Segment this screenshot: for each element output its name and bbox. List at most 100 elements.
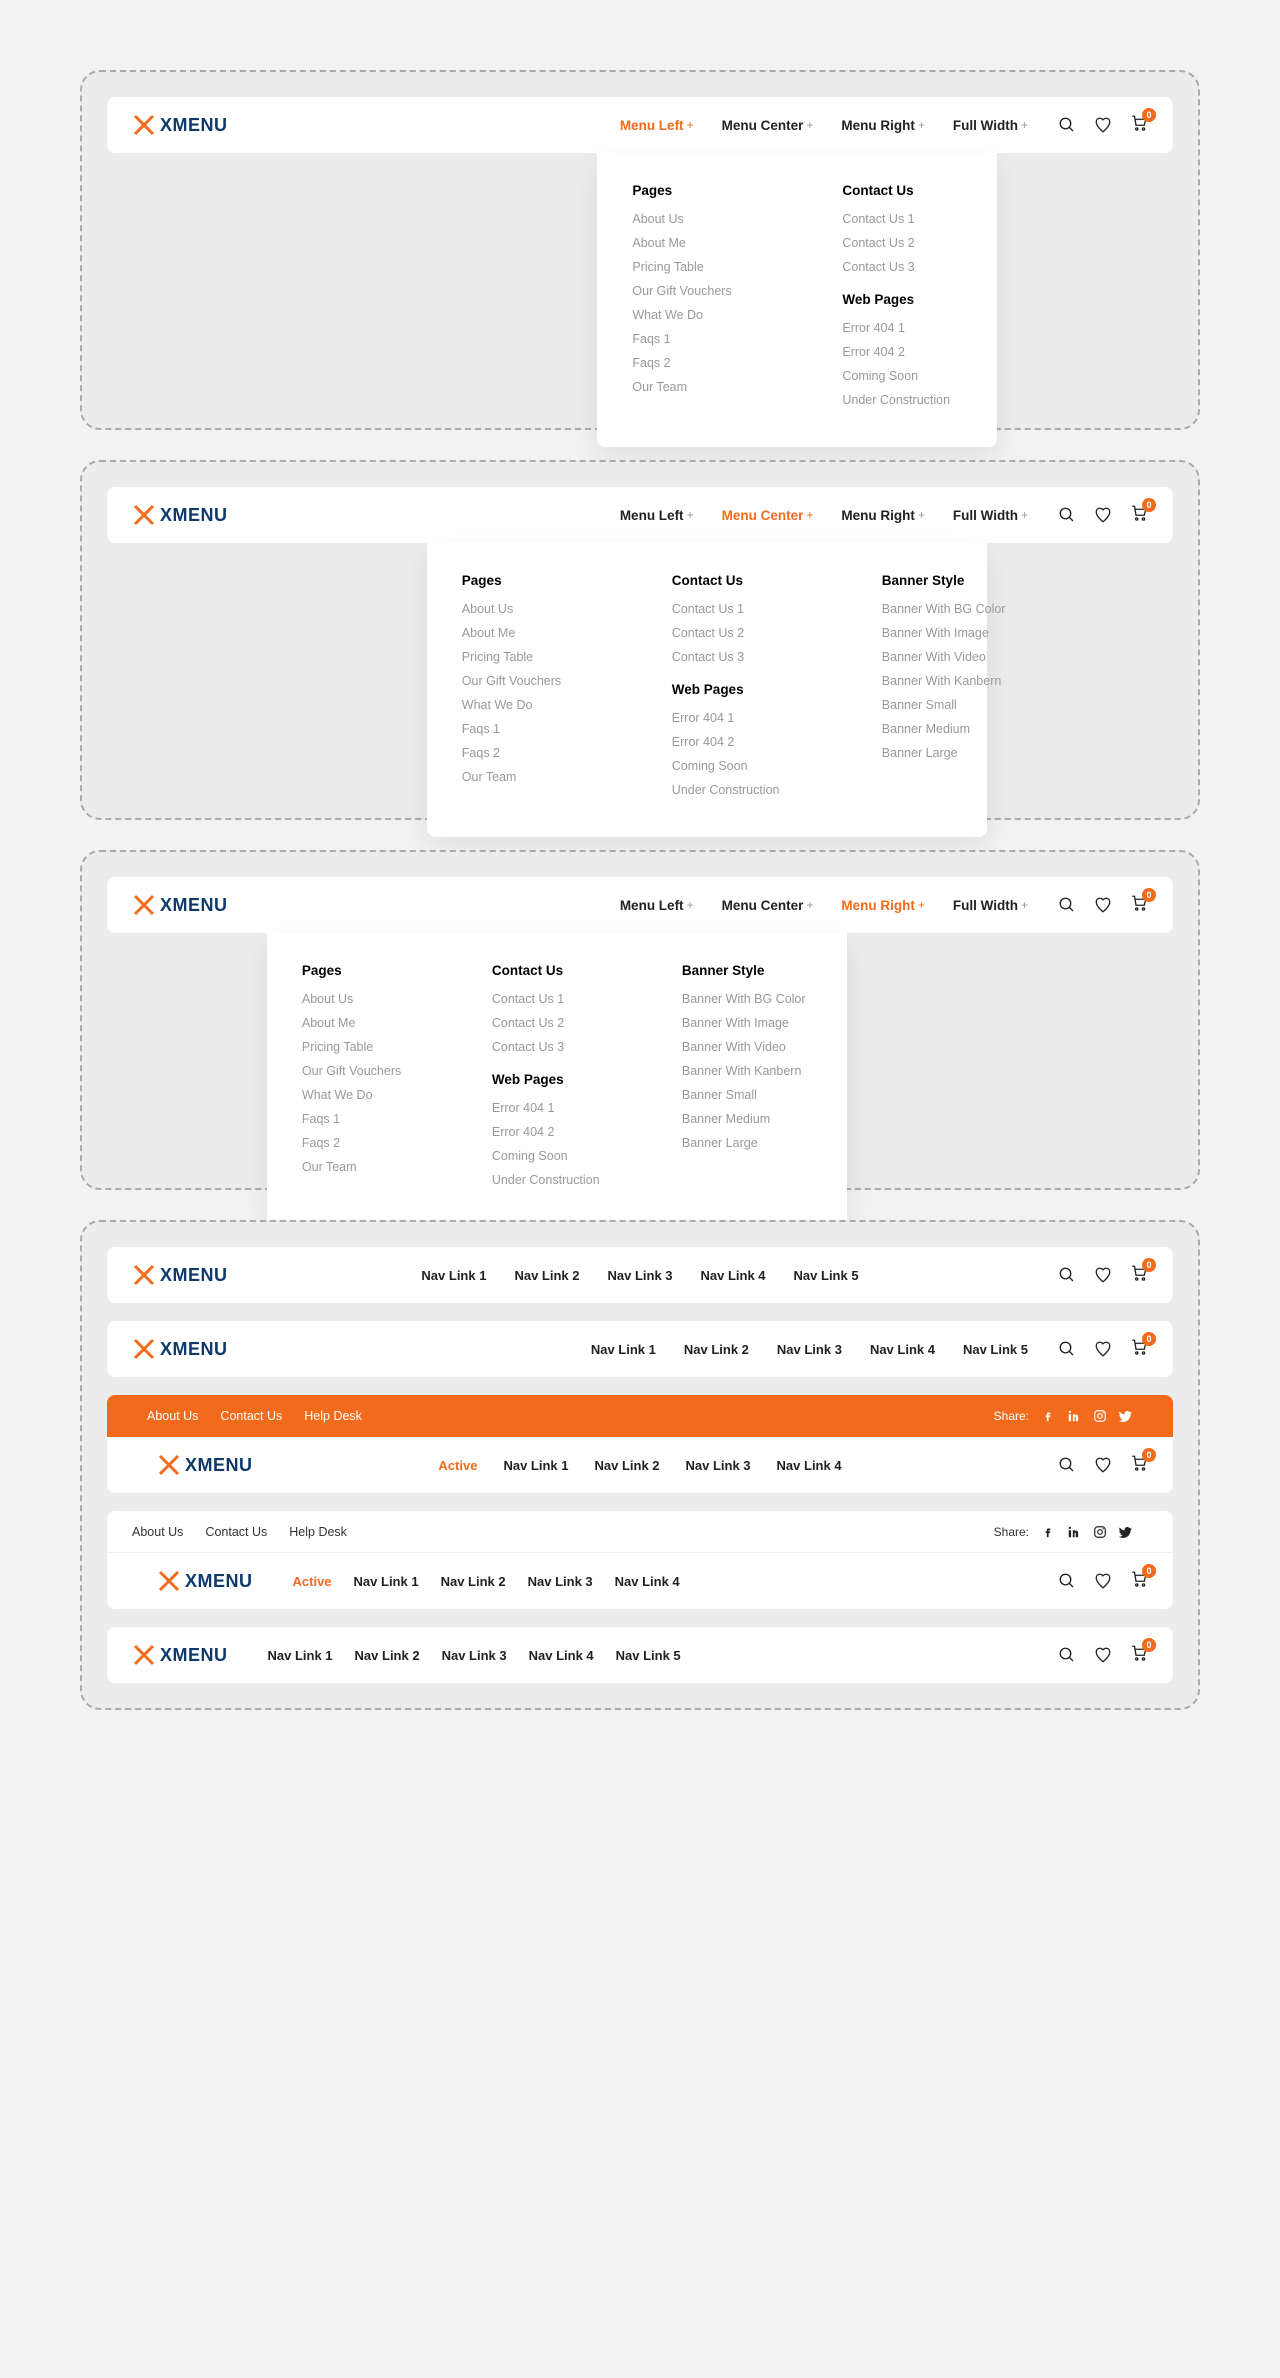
dropdown-item[interactable]: Contact Us 2 [672,626,802,640]
cart-button[interactable]: 0 [1130,114,1148,137]
heart-icon[interactable] [1094,1646,1112,1664]
dropdown-item[interactable]: Contact Us 1 [672,602,802,616]
dropdown-item[interactable]: Banner With BG Color [682,992,812,1006]
nav-link[interactable]: Nav Link 5 [794,1268,859,1283]
dropdown-item[interactable]: Faqs 1 [302,1112,432,1126]
nav-link[interactable]: Nav Link 1 [421,1268,486,1283]
nav-link[interactable]: Nav Link 5 [963,1342,1028,1357]
dropdown-item[interactable]: Contact Us 2 [842,236,972,250]
dropdown-item[interactable]: Banner With Kanbern [682,1064,812,1078]
dropdown-item[interactable]: Our Gift Vouchers [632,284,762,298]
nav-menu-left[interactable]: Menu Left+ [620,508,694,523]
dropdown-item[interactable]: Banner With Image [882,626,1012,640]
dropdown-item[interactable]: About Me [462,626,592,640]
dropdown-item[interactable]: Error 404 1 [672,711,802,725]
nav-link[interactable]: Nav Link 2 [594,1458,659,1473]
dropdown-item[interactable]: Coming Soon [492,1149,622,1163]
search-icon[interactable] [1058,1572,1076,1590]
heart-icon[interactable] [1094,506,1112,524]
dropdown-item[interactable]: Banner With Video [682,1040,812,1054]
twitter-icon[interactable] [1119,1525,1133,1539]
logo[interactable]: XMENU [132,503,228,527]
cart-button[interactable]: 0 [1130,1570,1148,1593]
instagram-icon[interactable] [1093,1409,1107,1423]
heart-icon[interactable] [1094,1456,1112,1474]
dropdown-item[interactable]: Our Gift Vouchers [462,674,592,688]
dropdown-item[interactable]: Faqs 1 [632,332,762,346]
nav-link[interactable]: Nav Link 3 [686,1458,751,1473]
dropdown-item[interactable]: Banner Medium [682,1112,812,1126]
dropdown-item[interactable]: Banner With Video [882,650,1012,664]
dropdown-item[interactable]: Contact Us 3 [672,650,802,664]
cart-button[interactable]: 0 [1130,504,1148,527]
heart-icon[interactable] [1094,1340,1112,1358]
nav-link[interactable]: Nav Link 1 [503,1458,568,1473]
heart-icon[interactable] [1094,1266,1112,1284]
topbar-link[interactable]: Help Desk [304,1409,362,1423]
nav-menu-center[interactable]: Menu Center+ [722,118,814,133]
nav-link[interactable]: Nav Link 4 [870,1342,935,1357]
nav-link[interactable]: Nav Link 4 [777,1458,842,1473]
dropdown-item[interactable]: About Me [302,1016,432,1030]
cart-button[interactable]: 0 [1130,1338,1148,1361]
search-icon[interactable] [1058,1266,1076,1284]
dropdown-item[interactable]: Faqs 1 [462,722,592,736]
nav-link[interactable]: Nav Link 2 [355,1648,420,1663]
cart-button[interactable]: 0 [1130,1454,1148,1477]
logo[interactable]: XMENU [132,1643,228,1667]
topbar-link[interactable]: Help Desk [289,1525,347,1539]
instagram-icon[interactable] [1093,1525,1107,1539]
nav-menu-center[interactable]: Menu Center+ [722,898,814,913]
nav-link[interactable]: Nav Link 2 [684,1342,749,1357]
facebook-icon[interactable] [1041,1409,1055,1423]
dropdown-item[interactable]: Error 404 2 [672,735,802,749]
dropdown-item[interactable]: About Us [462,602,592,616]
logo[interactable]: XMENU [157,1569,253,1593]
cart-button[interactable]: 0 [1130,894,1148,917]
dropdown-item[interactable]: Our Team [462,770,592,784]
dropdown-item[interactable]: What We Do [302,1088,432,1102]
linkedin-icon[interactable] [1067,1525,1081,1539]
nav-full-width[interactable]: Full Width+ [953,508,1028,523]
nav-menu-left[interactable]: Menu Left+ [620,118,694,133]
dropdown-item[interactable]: Banner Small [682,1088,812,1102]
topbar-link[interactable]: Contact Us [220,1409,282,1423]
nav-link[interactable]: Nav Link 1 [354,1574,419,1589]
nav-link[interactable]: Nav Link 5 [616,1648,681,1663]
nav-active[interactable]: Active [293,1574,332,1589]
search-icon[interactable] [1058,116,1076,134]
dropdown-item[interactable]: Faqs 2 [632,356,762,370]
nav-menu-left[interactable]: Menu Left+ [620,898,694,913]
dropdown-item[interactable]: Under Construction [492,1173,622,1187]
search-icon[interactable] [1058,1456,1076,1474]
nav-menu-right[interactable]: Menu Right+ [841,898,925,913]
heart-icon[interactable] [1094,1572,1112,1590]
nav-link[interactable]: Nav Link 2 [514,1268,579,1283]
nav-link[interactable]: Nav Link 4 [529,1648,594,1663]
nav-link[interactable]: Nav Link 3 [607,1268,672,1283]
dropdown-item[interactable]: Our Gift Vouchers [302,1064,432,1078]
dropdown-item[interactable]: Pricing Table [632,260,762,274]
dropdown-item[interactable]: Banner With BG Color [882,602,1012,616]
dropdown-item[interactable]: Error 404 2 [842,345,972,359]
dropdown-item[interactable]: Error 404 1 [492,1101,622,1115]
dropdown-item[interactable]: Under Construction [842,393,972,407]
dropdown-item[interactable]: Banner With Image [682,1016,812,1030]
heart-icon[interactable] [1094,896,1112,914]
dropdown-item[interactable]: Banner Large [882,746,1012,760]
dropdown-item[interactable]: Faqs 2 [462,746,592,760]
nav-link[interactable]: Nav Link 4 [701,1268,766,1283]
nav-menu-right[interactable]: Menu Right+ [841,118,925,133]
dropdown-item[interactable]: Contact Us 1 [492,992,622,1006]
nav-link[interactable]: Nav Link 3 [528,1574,593,1589]
dropdown-item[interactable]: Our Team [302,1160,432,1174]
dropdown-item[interactable]: Error 404 1 [842,321,972,335]
topbar-link[interactable]: Contact Us [205,1525,267,1539]
logo[interactable]: XMENU [132,113,228,137]
nav-link[interactable]: Nav Link 1 [591,1342,656,1357]
search-icon[interactable] [1058,1646,1076,1664]
logo[interactable]: XMENU [132,893,228,917]
dropdown-item[interactable]: Contact Us 1 [842,212,972,226]
cart-button[interactable]: 0 [1130,1644,1148,1667]
dropdown-item[interactable]: Faqs 2 [302,1136,432,1150]
